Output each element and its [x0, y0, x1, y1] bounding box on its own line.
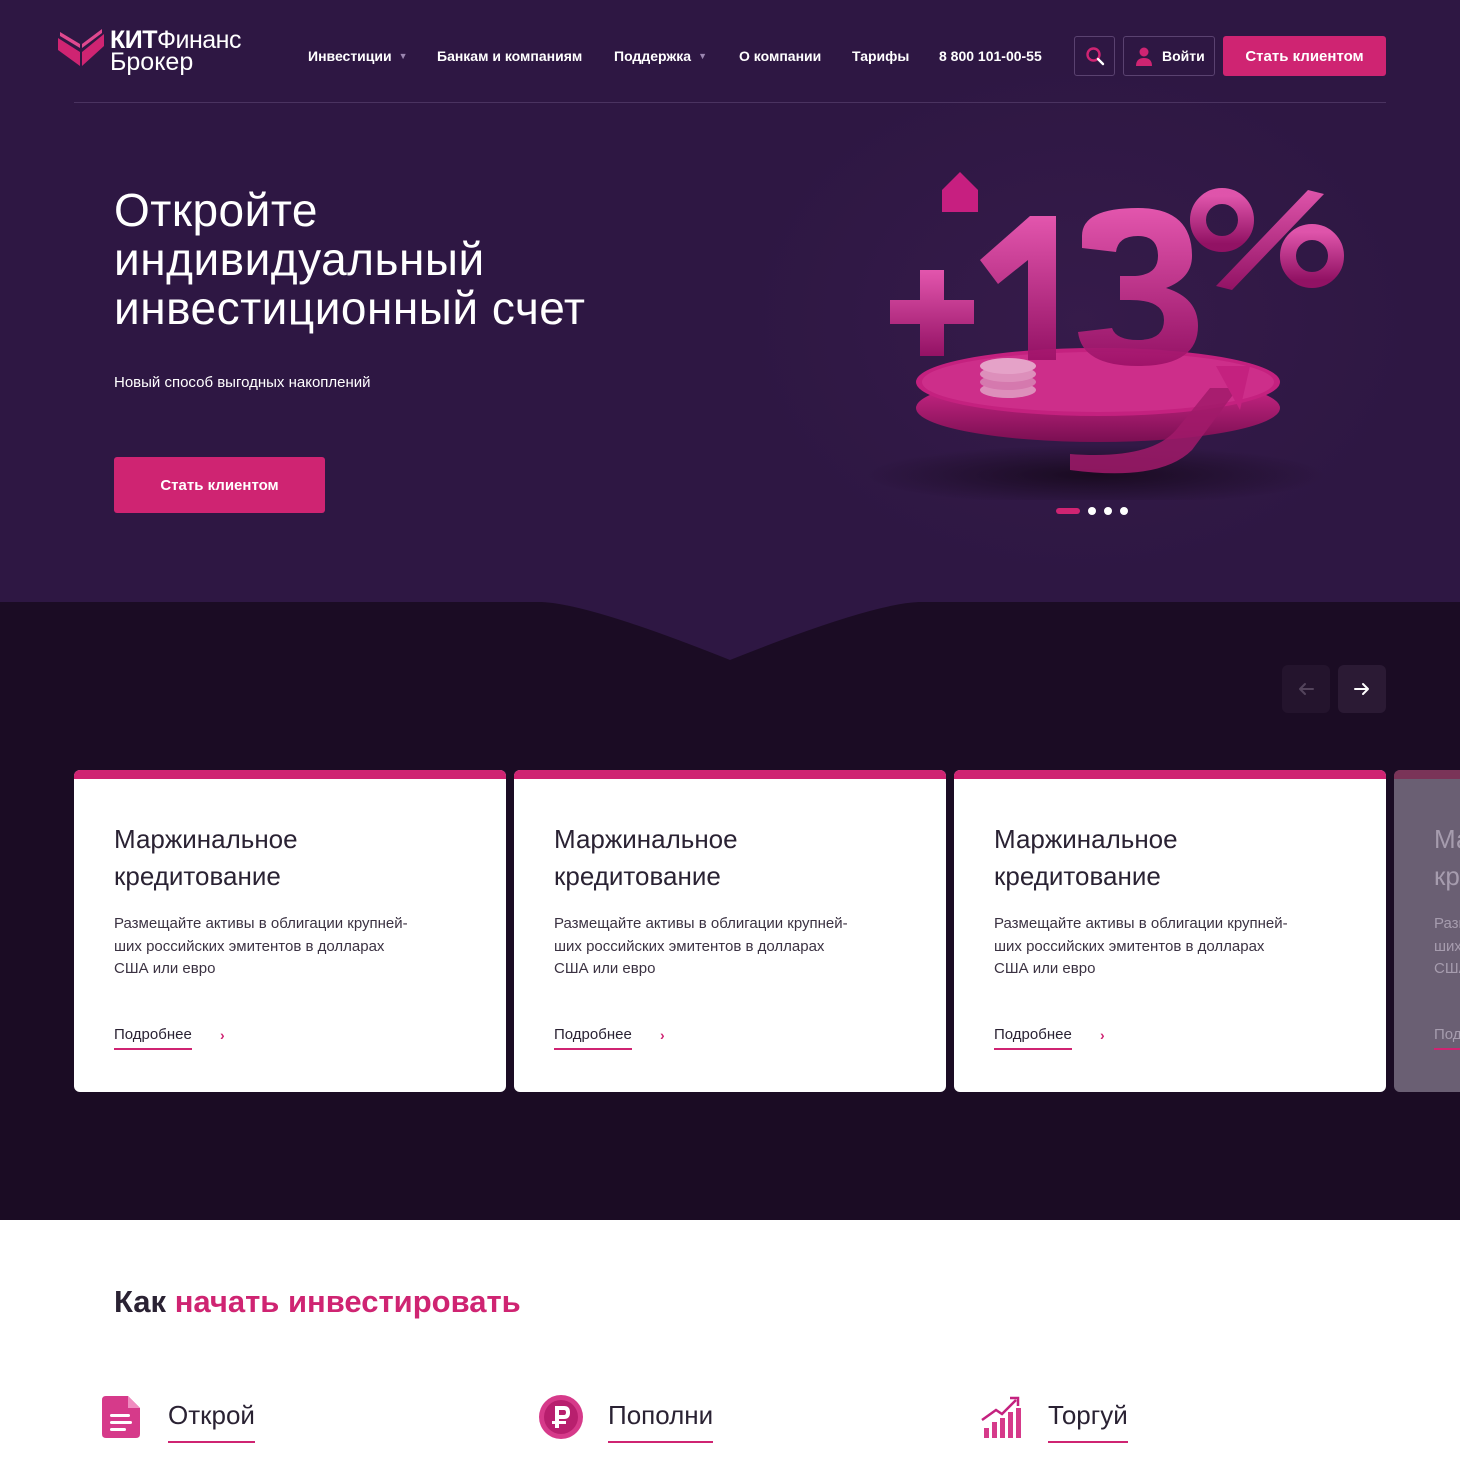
card-desc-line: ших российских эмитентов в долларах	[114, 937, 385, 955]
slider-dot[interactable]	[1120, 507, 1128, 515]
hero-title: Откройте индивидуальный инвестиционный с…	[114, 186, 714, 333]
nav-item-about[interactable]: О компании	[739, 48, 821, 64]
card-accent-bar	[74, 770, 506, 779]
card-desc-line: Размещайте активы в облигации крупней-	[1434, 915, 1460, 932]
card-title-line: Маржинальное	[994, 824, 1178, 854]
nav-label: Поддержка	[614, 48, 692, 64]
nav-label: Инвестиции	[308, 48, 392, 64]
nav-item-tariffs[interactable]: Тарифы	[852, 48, 909, 64]
nav-label: О компании	[739, 48, 822, 64]
card-title: Маржинальное кредитование	[994, 821, 1294, 895]
header-divider	[74, 102, 1386, 103]
login-label: Войти	[1162, 48, 1205, 64]
product-card[interactable]: Маржинальное кредитование Размещайте акти…	[1394, 770, 1460, 1092]
card-desc-line: США или евро	[1434, 960, 1460, 977]
nav-item-banks[interactable]: Банкам и компаниям	[437, 48, 582, 64]
products-section: Маржинальное кредитование Размещайте акти…	[0, 602, 1460, 1220]
card-title-line: Маржинальное	[114, 824, 298, 854]
search-icon	[1085, 47, 1104, 66]
logo-wing-icon	[58, 29, 104, 66]
carousel-prev-button[interactable]	[1282, 665, 1330, 713]
product-card[interactable]: Маржинальное кредитование Размещайте акти…	[74, 770, 506, 1092]
plus-13-percent-illustration	[865, 172, 1344, 500]
product-card[interactable]: Маржинальное кредитование Размещайте акти…	[954, 770, 1386, 1092]
card-accent-bar	[954, 770, 1386, 779]
step-open[interactable]: Открой	[100, 1394, 300, 1446]
hero-subtitle: Новый способ выгодных накоплений	[114, 374, 371, 391]
card-desc-line: Размещайте активы в облигации крупней-	[554, 915, 848, 932]
slider-dot[interactable]	[1104, 507, 1112, 515]
chevron-right-icon: ›	[1100, 1027, 1105, 1043]
step-label: Открой	[168, 1400, 255, 1443]
card-description: Размещайте активы в облигации крупней-ши…	[994, 913, 1344, 981]
phone-link[interactable]: 8 800 101-00-55	[939, 48, 1042, 64]
card-title-line: Маржинальное	[554, 824, 738, 854]
product-card[interactable]: Маржинальное кредитование Размещайте акти…	[514, 770, 946, 1092]
login-button[interactable]: Войти	[1123, 36, 1215, 76]
step-deposit[interactable]: Пополни	[538, 1394, 738, 1446]
card-desc-line: ших российских эмитентов в долларах	[554, 937, 825, 955]
slider-dot[interactable]	[1088, 507, 1096, 515]
card-description: Размещайте активы в облигации крупней-ши…	[554, 913, 904, 981]
step-label: Пополни	[608, 1400, 714, 1443]
hero-banner: КИТФинанс Брокер Инвестиции ▼ Банкам и ко…	[0, 0, 1460, 602]
title-plain: Как	[114, 1284, 167, 1319]
carousel-next-button[interactable]	[1338, 665, 1386, 713]
card-desc-line: ших российских эмитентов в долларах	[994, 937, 1265, 955]
arrow-left-icon	[1299, 683, 1314, 695]
card-title-line: кредитование	[114, 861, 281, 891]
card-desc-line: США или евро	[554, 960, 656, 977]
card-description: Размещайте активы в облигации крупней-ши…	[114, 913, 464, 981]
hero-title-line3: инвестиционный счет	[114, 282, 586, 334]
logo[interactable]: КИТФинанс Брокер	[56, 28, 242, 75]
card-more-link[interactable]: Подробнее	[1434, 1026, 1460, 1050]
step-label: Торгуй	[1048, 1400, 1128, 1443]
card-desc-line: Размещайте активы в облигации крупней-	[994, 915, 1288, 932]
card-more-link[interactable]: Подробнее	[114, 1026, 192, 1050]
card-title: Маржинальное кредитование	[114, 821, 414, 895]
arrow-right-icon	[1354, 683, 1369, 695]
card-accent-bar	[514, 770, 946, 779]
nav-label: Банкам и компаниям	[437, 48, 583, 64]
slider-dot[interactable]	[1056, 508, 1080, 514]
slider-dots	[1056, 507, 1136, 515]
card-more-link[interactable]: Подробнее	[994, 1026, 1072, 1050]
card-title: Маржинальное кредитование	[1434, 821, 1460, 895]
chevron-right-icon: ›	[660, 1027, 665, 1043]
card-more-link[interactable]: Подробнее	[554, 1026, 632, 1050]
card-desc-line: США или евро	[114, 960, 216, 977]
title-accent: начать инвестировать	[174, 1284, 521, 1319]
nav-item-investments[interactable]: Инвестиции ▼	[308, 48, 408, 64]
how-to-start-title: Как начать инвестировать	[114, 1284, 521, 1320]
hero-title-line1: Откройте	[114, 184, 318, 236]
card-accent-bar	[1394, 770, 1460, 779]
growth-chart-icon	[981, 1396, 1021, 1438]
card-title-line: кредитование	[554, 861, 721, 891]
chevron-right-icon: ›	[220, 1027, 225, 1043]
chevron-down-icon: ▼	[698, 51, 707, 61]
card-title-line: кредитование	[994, 861, 1161, 891]
hero-become-client-button[interactable]: Стать клиентом	[114, 457, 325, 513]
card-description: Размещайте активы в облигации крупней-ши…	[1434, 913, 1460, 981]
nav-label: Тарифы	[852, 48, 910, 64]
card-title-line: кредитование	[1434, 861, 1460, 891]
card-desc-line: Размещайте активы в облигации крупней-	[114, 915, 408, 932]
card-desc-line: ших российских эмитентов в долларах	[1434, 937, 1460, 955]
card-title: Маржинальное кредитование	[554, 821, 854, 895]
wave-divider	[0, 602, 1460, 660]
site-header: КИТФинанс Брокер Инвестиции ▼ Банкам и ко…	[0, 0, 1460, 104]
step-trade[interactable]: Торгуй	[980, 1394, 1180, 1446]
hero-title-line2: индивидуальный	[114, 233, 485, 285]
ruble-coin-icon	[539, 1395, 583, 1439]
chevron-down-icon: ▼	[398, 51, 408, 61]
search-button[interactable]	[1074, 36, 1115, 76]
card-desc-line: США или евро	[994, 960, 1096, 977]
card-title-line: Маржинальное	[1434, 824, 1460, 854]
document-icon	[102, 1396, 140, 1438]
nav-item-support[interactable]: Поддержка ▼	[614, 48, 707, 64]
logo-text: КИТФинанс Брокер	[110, 28, 242, 75]
phone-number: 8 800 101-00-55	[939, 48, 1042, 64]
become-client-button[interactable]: Стать клиентом	[1223, 36, 1386, 76]
user-icon	[1136, 47, 1152, 66]
